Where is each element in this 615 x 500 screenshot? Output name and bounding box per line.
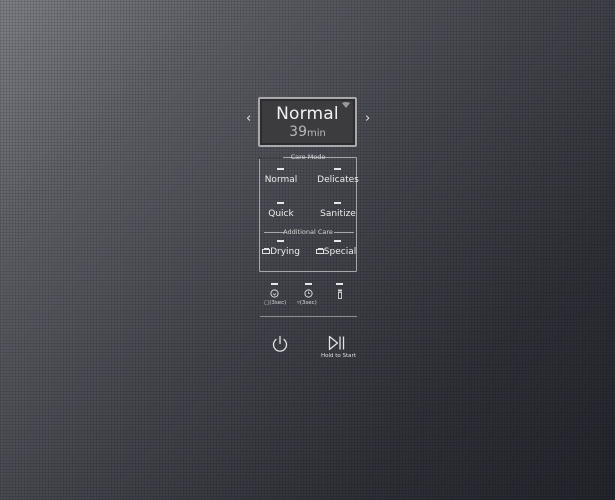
display-time-unit: min (306, 128, 326, 139)
drying-indicator (277, 240, 284, 242)
chevron-left-icon: ‹ (246, 111, 252, 126)
power-button[interactable] (270, 334, 290, 354)
divider-line (334, 232, 354, 233)
timer-button[interactable]: ▿(3sec) (296, 283, 320, 311)
sanitize-indicator (334, 202, 341, 204)
hold-to-start-label: Hold to Start (321, 353, 356, 359)
additional-option-drying[interactable]: Drying (261, 247, 301, 257)
care-option-delicates[interactable]: Delicates (316, 175, 360, 185)
smart-control-button[interactable]: ▢(3sec) (262, 283, 286, 311)
light-button[interactable] (330, 283, 350, 311)
care-option-normal[interactable]: Normal (262, 175, 300, 185)
dryer-icon (315, 248, 324, 254)
play-pause-icon (328, 335, 345, 351)
divider-line (260, 316, 357, 317)
light-icon (338, 289, 342, 299)
delicates-indicator (334, 168, 341, 170)
timer-icon (304, 289, 313, 298)
remote-control-label: ▿(3sec) (297, 300, 317, 306)
quick-indicator (277, 202, 284, 204)
next-mode-button[interactable]: › (365, 111, 370, 126)
child-lock-label: ▢(3sec) (264, 300, 287, 306)
power-icon (272, 335, 288, 352)
special-indicator (334, 240, 341, 242)
light-indicator (336, 283, 343, 285)
start-pause-button[interactable]: Hold to Start (318, 334, 358, 364)
additional-option-special[interactable]: Special (314, 247, 358, 257)
display-time: 39min (260, 124, 355, 140)
smart-control-icon (270, 289, 279, 298)
display-mode-name: Normal (276, 104, 339, 124)
mode-display: Normal 39min (258, 97, 357, 147)
care-option-sanitize[interactable]: Sanitize (316, 209, 360, 219)
care-panel: Care Mode Normal Delicates Quick Sanitiz… (259, 153, 360, 272)
display-time-value: 39 (289, 124, 307, 140)
care-option-quick[interactable]: Quick (262, 209, 300, 219)
previous-mode-button[interactable]: ‹ (246, 111, 251, 126)
timer-indicator (305, 283, 312, 285)
chevron-right-icon: › (365, 111, 371, 126)
normal-indicator (277, 168, 284, 170)
smart-control-indicator (271, 283, 278, 285)
dryer-icon (262, 248, 271, 254)
